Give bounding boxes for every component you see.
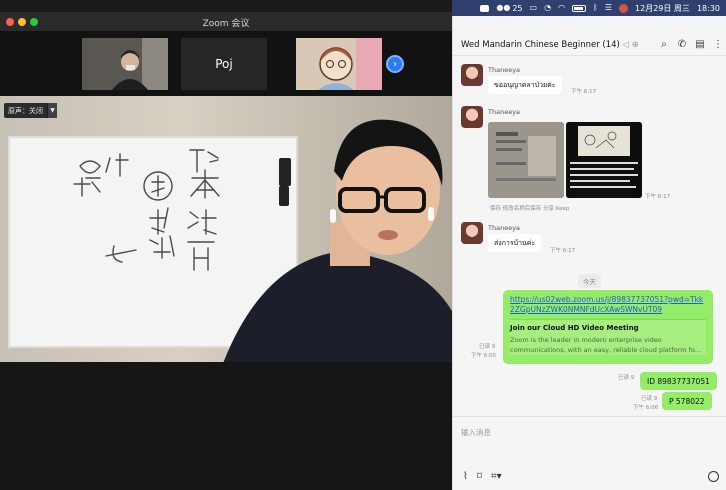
message-bubble[interactable]: ID 89837737051: [640, 372, 717, 390]
chevron-right-icon: ›: [393, 58, 397, 70]
participant-video-3[interactable]: [296, 38, 382, 90]
link-preview[interactable]: Join our Cloud HD Video Meeting Zoom is …: [510, 319, 706, 355]
day-separator: 今天: [578, 274, 601, 288]
menu-clock[interactable]: 18:30: [697, 4, 720, 13]
attachment-icon[interactable]: ⌇: [463, 471, 468, 482]
menu-date[interactable]: 12月29日 周三: [635, 3, 690, 14]
message-time: 下午 6:06: [633, 405, 659, 411]
next-page-button[interactable]: ›: [386, 55, 404, 73]
user-avatar-icon[interactable]: [619, 3, 629, 13]
message-time: 下午 6:17: [571, 89, 597, 95]
meeting-link-message[interactable]: https://us02web.zoom.us/j/89837737051?pw…: [503, 290, 713, 364]
zoom-title-bar: Zoom 会议: [0, 12, 452, 32]
wechat-unread-count: 25: [512, 3, 523, 13]
chat-header: Wed Mandarin Chinese Beginner (14) ◁ ⊕ ⌕…: [453, 16, 726, 56]
image-actions[interactable]: 保存 修改名称后保存 分享 Keep: [490, 204, 569, 212]
image-message[interactable]: [566, 122, 642, 198]
image-message[interactable]: [488, 122, 564, 198]
meeting-link-url[interactable]: https://us02web.zoom.us/j/89837737051?pw…: [510, 295, 706, 315]
battery-icon[interactable]: [572, 4, 587, 12]
avatar[interactable]: [461, 106, 483, 128]
display-icon[interactable]: ▭: [530, 4, 538, 12]
message-time: 下午 6:05: [471, 353, 497, 359]
chat-title[interactable]: Wed Mandarin Chinese Beginner (14) ◁ ⊕: [461, 40, 639, 50]
message-composer[interactable]: 输入消息 ⌇ ⌑ ⌗▾: [453, 416, 726, 490]
search-icon[interactable]: ⌕: [659, 39, 669, 50]
participant-video-1[interactable]: [82, 38, 168, 90]
desktop: ●●25 ▭ ◔ ◠ ᛒ ☰ 12月29日 周三 18:30 Zoom 会议: [0, 0, 726, 490]
read-receipt: 已读 9: [641, 396, 658, 402]
zoom-menu-icon[interactable]: [480, 4, 490, 12]
message-bubble[interactable]: ส่งการบ้านค่ะ: [488, 234, 542, 252]
link-preview-description: Zoom is the leader in modern enterprise …: [510, 336, 701, 354]
group-name: Wed Mandarin Chinese Beginner (14): [461, 40, 620, 50]
participant-name: Poj: [215, 57, 233, 71]
more-icon[interactable]: ⋮: [713, 39, 723, 50]
participant-video-2[interactable]: Poj: [181, 38, 267, 90]
link-preview-title: Join our Cloud HD Video Meeting: [510, 324, 639, 332]
original-sound-toggle[interactable]: 原声：关闭 ▼: [4, 103, 57, 118]
timer-icon[interactable]: ◔: [544, 4, 551, 12]
notes-icon[interactable]: ▤: [695, 39, 705, 50]
message-bubble[interactable]: ขออนุญาตลาป่วยค่ะ: [488, 76, 562, 94]
video-letterbox: [0, 362, 452, 490]
control-center-icon[interactable]: ☰: [605, 4, 612, 12]
wifi-icon[interactable]: ◠: [558, 4, 565, 12]
emoji-icon[interactable]: [708, 471, 719, 482]
message-list[interactable]: Thaneeya ขออนุญาตลาป่วยค่ะ 下午 6:17 Thane…: [453, 56, 726, 416]
phone-icon[interactable]: ✆: [677, 39, 687, 50]
active-speaker-video[interactable]: 原声：关闭 ▼: [0, 96, 452, 362]
read-receipt: 已读 9: [479, 344, 496, 350]
read-receipt: 已读 9: [618, 375, 635, 381]
original-sound-label: 原声：关闭: [8, 106, 43, 115]
wechat-menu-icon[interactable]: ●● 25: [496, 4, 522, 13]
menu-bar: ●● 25 ▭ ◔ ◠ ᛒ ☰ 12月29日 周三 18:30: [452, 0, 726, 16]
message-input[interactable]: 输入消息: [461, 427, 491, 438]
participant-strip: Poj ›: [0, 32, 452, 96]
message-time: 下午 6:17: [645, 194, 671, 200]
message-time: 下午 6:17: [550, 248, 576, 254]
sender-name: Thaneeya: [488, 224, 521, 232]
bookmark-icon[interactable]: ⌑: [477, 471, 482, 482]
teacher-video: [222, 111, 452, 362]
sender-name: Thaneeya: [488, 108, 521, 116]
chat-header-actions: ⌕ ✆ ▤ ⋮: [659, 39, 723, 50]
zoom-window: Zoom 会议 Poj › 原声：关闭 ▼: [0, 12, 452, 490]
composer-toolbar: ⌇ ⌑ ⌗▾: [463, 471, 502, 482]
chat-window: Wed Mandarin Chinese Beginner (14) ◁ ⊕ ⌕…: [452, 16, 726, 490]
avatar[interactable]: [461, 64, 483, 86]
zoom-window-title: Zoom 会议: [202, 19, 250, 29]
bluetooth-icon[interactable]: ᛒ: [593, 4, 598, 12]
add-member-icon[interactable]: ⊕: [632, 40, 639, 50]
chevron-down-icon[interactable]: ▼: [47, 103, 57, 118]
message-bubble[interactable]: P 578022: [662, 392, 712, 410]
mute-icon: ◁: [622, 40, 632, 50]
avatar[interactable]: [461, 222, 483, 244]
crop-icon[interactable]: ⌗▾: [491, 471, 502, 482]
sender-name: Thaneeya: [488, 66, 521, 74]
